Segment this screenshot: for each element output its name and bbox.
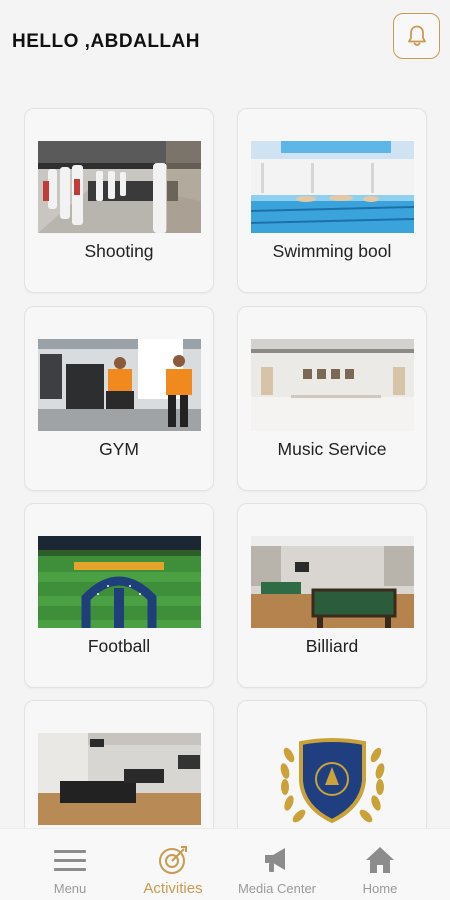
activity-label: Music Service	[277, 439, 387, 459]
nav-label-activities: Activities	[143, 880, 203, 897]
activity-card-gym[interactable]: GYM	[24, 306, 214, 491]
activity-label: GYM	[99, 439, 139, 459]
activity-label: Swimming bool	[272, 241, 392, 261]
greeting-title: HELLO ,ABDALLAH	[12, 31, 200, 52]
activity-card-shooting[interactable]: Shooting	[24, 108, 214, 293]
foosball-room-photo	[38, 733, 201, 825]
nav-label-home: Home	[362, 881, 398, 896]
gym-photo	[38, 339, 201, 431]
music-hall-photo	[251, 339, 414, 431]
shooting-range-photo	[38, 141, 201, 233]
football-field-photo	[38, 536, 201, 628]
nav-label-media-center: Media Center	[237, 881, 317, 896]
activity-card-billiard[interactable]: Billiard	[237, 503, 427, 688]
activities-grid: Shooting Swimming bool GYM Music Service…	[24, 108, 428, 828]
activity-card-music-service[interactable]: Music Service	[237, 306, 427, 491]
home-icon	[363, 843, 397, 877]
nav-label-menu: Menu	[53, 881, 87, 896]
megaphone-icon	[260, 843, 294, 877]
app-header: HELLO ,ABDALLAH	[0, 0, 450, 84]
activity-card-emblem[interactable]	[237, 700, 427, 828]
activity-label: Football	[87, 636, 151, 656]
notifications-button[interactable]	[393, 13, 440, 59]
bottom-navigation: Menu Activities Media Center Home	[0, 828, 450, 900]
activities-icon	[156, 843, 190, 877]
billiard-room-photo	[251, 536, 414, 628]
activity-card-foosball[interactable]	[24, 700, 214, 828]
nav-item-menu[interactable]: Menu	[14, 829, 126, 900]
menu-icon	[53, 843, 87, 877]
activity-card-swimming[interactable]: Swimming bool	[237, 108, 427, 293]
emblem-logo	[251, 733, 414, 825]
activity-card-football[interactable]: Football	[24, 503, 214, 688]
activity-label: Shooting	[84, 241, 154, 261]
activity-label: Billiard	[305, 636, 359, 656]
nav-item-media-center[interactable]: Media Center	[221, 829, 333, 900]
nav-item-home[interactable]: Home	[324, 829, 436, 900]
nav-item-activities[interactable]: Activities	[117, 829, 229, 900]
bell-icon	[407, 25, 426, 46]
swimming-pool-photo	[251, 141, 414, 233]
